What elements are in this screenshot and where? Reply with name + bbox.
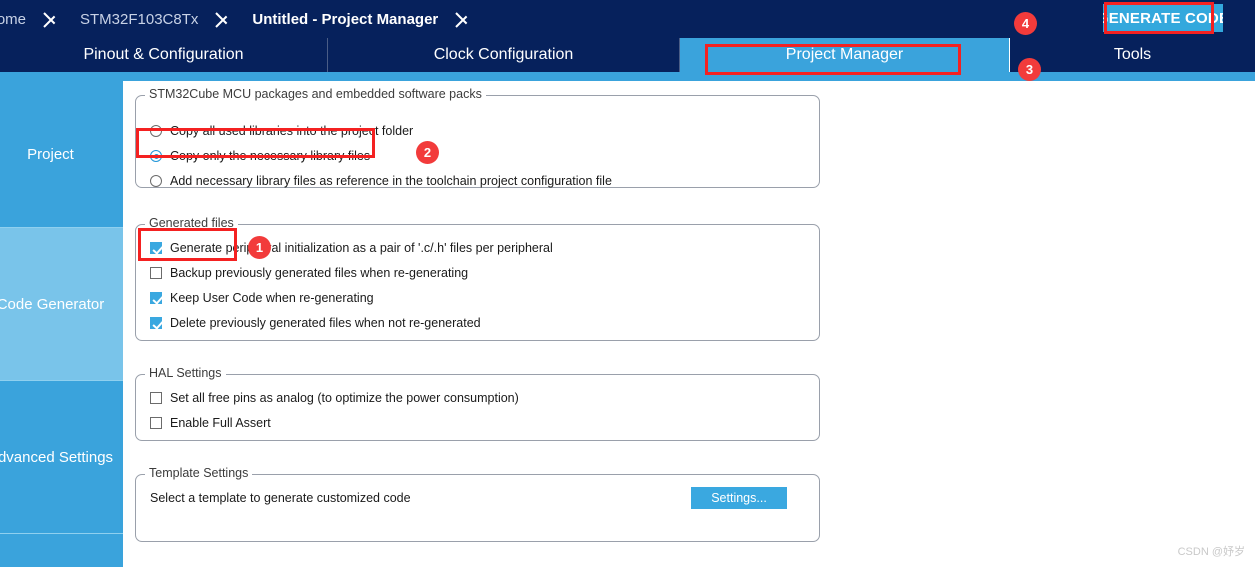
watermark: CSDN @妤岁 (1177, 546, 1245, 558)
tab-project-manager[interactable]: Project Manager (680, 38, 1010, 72)
mcu-packages-title: STM32Cube MCU packages and embedded soft… (145, 87, 486, 101)
hal-settings-title: HAL Settings (145, 366, 226, 380)
sidebar-item-advanced-settings[interactable]: Advanced Settings (0, 381, 123, 534)
checkbox-unchecked-icon (150, 267, 162, 279)
code-generator-panel: STM32Cube MCU packages and embedded soft… (123, 81, 1255, 567)
breadcrumb-item-mcu[interactable]: STM32F103C8Tx (66, 0, 212, 38)
checkbox-set-free-pins-analog[interactable]: Set all free pins as analog (to optimize… (150, 391, 519, 405)
breadcrumb-mcu-label: STM32F103C8Tx (80, 10, 199, 28)
radio-add-libraries-as-reference[interactable]: Add necessary library files as reference… (150, 174, 612, 188)
checkbox-keep-user-code[interactable]: Keep User Code when re-generating (150, 291, 374, 305)
checkbox-generate-peripheral-init[interactable]: Generate peripheral initialization as a … (150, 241, 553, 255)
checkbox-label: Delete previously generated files when n… (170, 316, 481, 330)
generate-code-button[interactable]: GENERATE CODE (1103, 4, 1223, 32)
checkbox-delete-previously-generated[interactable]: Delete previously generated files when n… (150, 316, 481, 330)
checkbox-backup-previously-generated[interactable]: Backup previously generated files when r… (150, 266, 468, 280)
sidebar-item-project[interactable]: Project (0, 81, 123, 228)
checkbox-checked-icon (150, 292, 162, 304)
tab-underline (0, 72, 1255, 81)
generated-files-groupbox: Generated files Generate peripheral init… (135, 216, 820, 341)
tab-pinout-configuration[interactable]: Pinout & Configuration (0, 38, 328, 72)
sidebar-item-label: Code Generator (0, 295, 105, 313)
main-tab-bar: Pinout & Configuration Clock Configurati… (0, 38, 1255, 72)
breadcrumb-item-home[interactable]: Home (0, 0, 40, 38)
tab-tools[interactable]: Tools (1010, 38, 1255, 72)
annotation-badge-1: 1 (248, 236, 271, 259)
sidebar-item-label: Advanced Settings (0, 448, 114, 466)
annotation-badge-3: 3 (1018, 58, 1041, 81)
hal-settings-groupbox: HAL Settings Set all free pins as analog… (135, 366, 820, 441)
checkbox-checked-icon (150, 242, 162, 254)
chevron-right-icon (212, 0, 238, 38)
generated-files-title: Generated files (145, 216, 238, 230)
checkbox-checked-icon (150, 317, 162, 329)
checkbox-label: Set all free pins as analog (to optimize… (170, 391, 519, 405)
checkbox-unchecked-icon (150, 392, 162, 404)
radio-label: Copy all used libraries into the project… (170, 124, 414, 138)
template-settings-groupbox: Template Settings Select a template to g… (135, 466, 820, 542)
sidebar-item-label: Project (27, 145, 74, 163)
annotation-badge-4: 4 (1014, 12, 1037, 35)
sidebar-item-code-generator[interactable]: Code Generator (0, 228, 123, 381)
mcu-packages-groupbox: STM32Cube MCU packages and embedded soft… (135, 87, 820, 188)
stm32cubemx-window: Home STM32F103C8Tx Untitled - Project Ma… (0, 0, 1255, 567)
checkbox-enable-full-assert[interactable]: Enable Full Assert (150, 416, 271, 430)
radio-label: Add necessary library files as reference… (170, 174, 612, 188)
chevron-right-icon (40, 0, 66, 38)
annotation-badge-2: 2 (416, 141, 439, 164)
project-manager-sidebar: Project Code Generator Advanced Settings (0, 81, 123, 567)
breadcrumb-bar: Home STM32F103C8Tx Untitled - Project Ma… (0, 0, 1255, 38)
checkbox-label: Enable Full Assert (170, 416, 271, 430)
radio-copy-necessary-libraries[interactable]: Copy only the necessary library files (150, 149, 370, 163)
template-settings-description: Select a template to generate customized… (150, 491, 411, 505)
radio-unchecked-icon (150, 125, 162, 137)
checkbox-label: Keep User Code when re-generating (170, 291, 374, 305)
tab-clock-configuration[interactable]: Clock Configuration (328, 38, 680, 72)
chevron-right-icon (452, 0, 478, 38)
radio-copy-all-libraries[interactable]: Copy all used libraries into the project… (150, 124, 413, 138)
sidebar-filler (0, 534, 123, 566)
template-settings-button[interactable]: Settings... (691, 487, 787, 509)
radio-unchecked-icon (150, 175, 162, 187)
radio-label: Copy only the necessary library files (170, 149, 371, 163)
breadcrumb-home-label: Home (0, 10, 27, 28)
template-description-label: Select a template to generate customized… (150, 491, 411, 505)
checkbox-label: Backup previously generated files when r… (170, 266, 469, 280)
checkbox-label: Generate peripheral initialization as a … (170, 241, 553, 255)
breadcrumb-project-label: Untitled - Project Manager (252, 10, 439, 28)
checkbox-unchecked-icon (150, 417, 162, 429)
radio-checked-icon (150, 150, 162, 162)
breadcrumb-item-project[interactable]: Untitled - Project Manager (238, 0, 452, 38)
template-settings-title: Template Settings (145, 466, 253, 480)
